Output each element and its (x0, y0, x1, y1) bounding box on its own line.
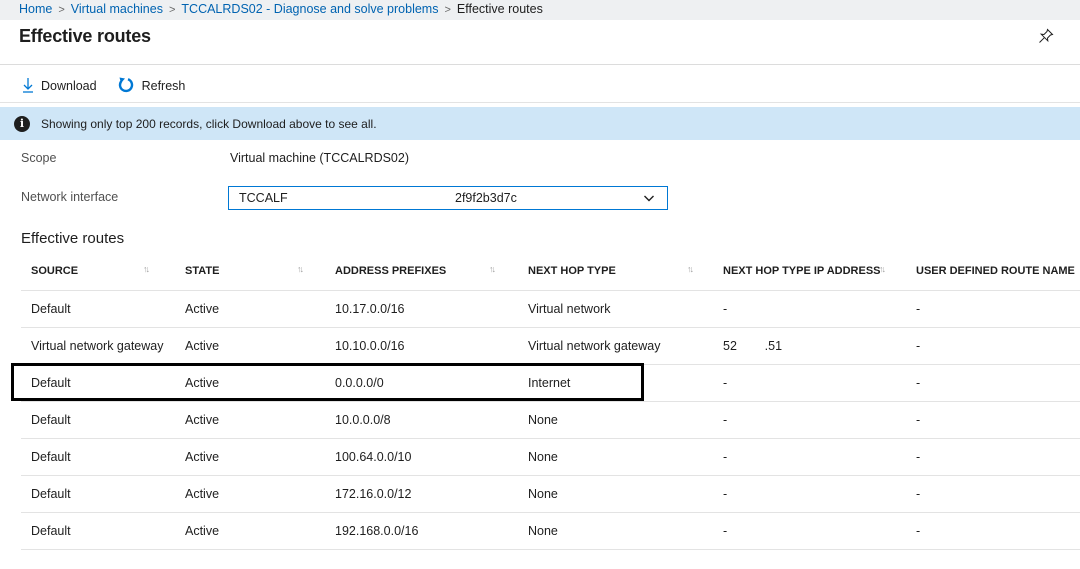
cell-source: Default (21, 512, 175, 550)
column-header-label: USER DEFINED ROUTE NAME (916, 265, 1075, 277)
column-header-state[interactable]: STATE ↑↓ (175, 252, 325, 291)
cell-state: Active (175, 401, 325, 439)
column-header-label: SOURCE (31, 265, 79, 277)
cell-next-hop-ip: - (713, 364, 906, 402)
breadcrumb-home[interactable]: Home (19, 2, 52, 16)
sort-icon[interactable]: ↑↓ (687, 264, 694, 274)
cell-source: Default (21, 475, 175, 513)
cell-address-prefix: 10.0.0.0/8 (325, 401, 518, 439)
cell-udr-name: - (906, 512, 1080, 550)
page-title: Effective routes (19, 26, 151, 46)
cell-next-hop-ip: 52 .51 (713, 327, 906, 365)
cell-next-hop-type: None (518, 401, 713, 439)
highlight-box (11, 363, 644, 401)
cell-next-hop-ip: - (713, 512, 906, 550)
download-button[interactable]: Download (22, 77, 97, 96)
cell-state: Active (175, 290, 325, 328)
table-row[interactable]: Default Active 100.64.0.0/10 None - - (21, 438, 1080, 476)
toolbar-divider (0, 102, 1080, 103)
routes-section-title: Effective routes (21, 230, 125, 247)
cell-address-prefix: 10.17.0.0/16 (325, 290, 518, 328)
cell-state: Active (175, 327, 325, 365)
info-banner: i Showing only top 200 records, click Do… (0, 107, 1080, 140)
cell-source: Default (21, 438, 175, 476)
table-row[interactable]: Virtual network gateway Active 10.10.0.0… (21, 327, 1080, 365)
cell-next-hop-type: None (518, 512, 713, 550)
cell-address-prefix: 172.16.0.0/12 (325, 475, 518, 513)
pin-icon[interactable] (1038, 28, 1054, 44)
cell-address-prefix: 100.64.0.0/10 (325, 438, 518, 476)
download-icon (22, 77, 41, 96)
column-header-label: NEXT HOP TYPE (528, 265, 616, 277)
cell-udr-name: - (906, 290, 1080, 328)
column-header-address-prefixes[interactable]: ADDRESS PREFIXES ↑↓ (325, 252, 518, 291)
title-divider (0, 64, 1080, 65)
refresh-icon (117, 76, 142, 97)
column-header-label: ADDRESS PREFIXES (335, 265, 447, 277)
breadcrumb-current: Effective routes (456, 2, 543, 16)
scope-value: Virtual machine (TCCALRDS02) (230, 151, 409, 165)
network-interface-value-left: TCCALF (239, 191, 288, 205)
command-bar: Download Refresh (22, 74, 205, 98)
cell-source: Default (21, 290, 175, 328)
refresh-button[interactable]: Refresh (117, 76, 186, 97)
cell-next-hop-type: None (518, 438, 713, 476)
cell-udr-name: - (906, 475, 1080, 513)
download-label: Download (41, 79, 97, 93)
column-header-source[interactable]: SOURCE ↑↓ (21, 252, 175, 291)
info-banner-text: Showing only top 200 records, click Down… (41, 116, 377, 131)
cell-next-hop-type: Virtual network (518, 290, 713, 328)
cell-state: Active (175, 438, 325, 476)
cell-source: Virtual network gateway (21, 327, 175, 365)
column-header-label: STATE (185, 265, 220, 277)
table-row[interactable]: Default Active 10.17.0.0/16 Virtual netw… (21, 290, 1080, 328)
scope-label: Scope (21, 151, 57, 165)
sort-icon[interactable]: ↑↓ (879, 264, 886, 274)
cell-next-hop-ip: - (713, 290, 906, 328)
cell-next-hop-ip: - (713, 401, 906, 439)
chevron-down-icon (643, 192, 655, 207)
cell-udr-name: - (906, 438, 1080, 476)
breadcrumb-separator: > (444, 4, 451, 16)
sort-icon[interactable]: ↑↓ (489, 264, 496, 274)
cell-next-hop-ip: - (713, 475, 906, 513)
info-icon: i (14, 115, 30, 132)
cell-address-prefix: 192.168.0.0/16 (325, 512, 518, 550)
network-interface-value-right: 2f9f2b3d7c (455, 191, 517, 205)
refresh-label: Refresh (141, 79, 186, 93)
routes-table: SOURCE ↑↓ STATE ↑↓ ADDRESS PREFIXES ↑↓ NEXT… (21, 252, 1080, 550)
network-interface-label: Network interface (21, 190, 119, 204)
sort-icon[interactable]: ↑↓ (143, 264, 150, 274)
breadcrumb-virtual-machines[interactable]: Virtual machines (71, 2, 163, 16)
table-row[interactable]: Default Active 10.0.0.0/8 None - - (21, 401, 1080, 439)
breadcrumb-separator: > (58, 4, 65, 16)
network-interface-dropdown[interactable]: TCCALF 2f9f2b3d7c (228, 186, 668, 210)
cell-udr-name: - (906, 364, 1080, 402)
sort-icon[interactable]: ↑↓ (297, 264, 304, 274)
breadcrumb-separator: > (168, 4, 176, 16)
cell-udr-name: - (906, 401, 1080, 439)
table-row[interactable]: Default Active 192.168.0.0/16 None - - (21, 512, 1080, 550)
table-header-row: SOURCE ↑↓ STATE ↑↓ ADDRESS PREFIXES ↑↓ NEXT… (21, 252, 1080, 291)
breadcrumb-diagnose[interactable]: TCCALRDS02 - Diagnose and solve problems (181, 2, 438, 16)
column-header-next-hop-ip[interactable]: NEXT HOP TYPE IP ADDRESS ↑↓ (713, 252, 906, 291)
table-row[interactable]: Default Active 172.16.0.0/12 None - - (21, 475, 1080, 513)
breadcrumb: Home > Virtual machines > TCCALRDS02 - Diagn… (0, 0, 1080, 20)
cell-next-hop-type: None (518, 475, 713, 513)
cell-udr-name: - (906, 327, 1080, 365)
cell-state: Active (175, 475, 325, 513)
cell-next-hop-type: Virtual network gateway (518, 327, 713, 365)
column-header-udr-name[interactable]: USER DEFINED ROUTE NAME (906, 252, 1080, 291)
cell-state: Active (175, 512, 325, 550)
cell-source: Default (21, 401, 175, 439)
cell-next-hop-ip: - (713, 438, 906, 476)
column-header-next-hop-type[interactable]: NEXT HOP TYPE ↑↓ (518, 252, 713, 291)
cell-address-prefix: 10.10.0.0/16 (325, 327, 518, 365)
column-header-label: NEXT HOP TYPE IP ADDRESS (723, 265, 881, 277)
